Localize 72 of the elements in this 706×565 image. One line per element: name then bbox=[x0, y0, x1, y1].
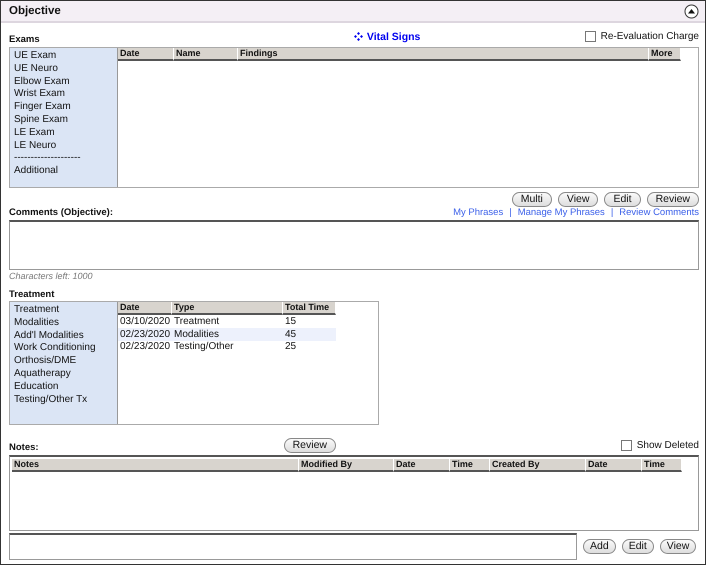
comments-field[interactable] bbox=[9, 220, 699, 270]
list-item[interactable]: LE Neuro bbox=[10, 140, 117, 152]
list-item[interactable]: UE Neuro bbox=[10, 62, 117, 76]
column-header[interactable]: Time bbox=[642, 459, 682, 472]
section-label: Exams bbox=[9, 34, 40, 45]
column-header[interactable]: Time bbox=[450, 459, 490, 472]
table-row[interactable]: 02/23/2020 Modalities 45 bbox=[118, 328, 336, 341]
table-cell-text: Testing/Other bbox=[173, 341, 234, 352]
list-item[interactable]: Testing/Other Tx bbox=[10, 394, 117, 406]
action-button[interactable]: Edit bbox=[604, 192, 641, 207]
table-row[interactable]: 02/23/2020 Testing/Other 25 bbox=[118, 340, 336, 354]
note-button[interactable]: Edit bbox=[622, 539, 654, 554]
column-header[interactable]: Date bbox=[394, 459, 450, 472]
checkbox-label: Re-Evaluation Charge bbox=[600, 31, 699, 42]
list-item[interactable]: Modalities bbox=[10, 316, 117, 330]
table-cell-text: 03/10/2020 bbox=[119, 316, 172, 327]
phrase-link[interactable]: Manage My Phrases bbox=[518, 207, 605, 218]
list-item[interactable]: Add'l Modalities bbox=[10, 330, 117, 342]
table-row[interactable]: 03/10/2020 Treatment 15 bbox=[118, 315, 336, 328]
phrase-link[interactable]: Review Comments bbox=[619, 207, 699, 218]
notes-label: Notes: bbox=[9, 442, 39, 453]
vital-signs-link[interactable]: Vital Signs bbox=[366, 30, 420, 42]
column-header[interactable]: Date bbox=[118, 302, 172, 315]
list-item[interactable]: Orthosis/DME bbox=[10, 355, 117, 368]
list-item[interactable]: Wrist Exam bbox=[10, 88, 117, 102]
list-item[interactable]: Work Conditioning bbox=[10, 342, 117, 356]
column-header[interactable]: Modified By bbox=[299, 459, 394, 472]
note-input[interactable] bbox=[9, 533, 577, 560]
column-header[interactable]: Date bbox=[118, 48, 174, 61]
list-item[interactable]: UE Exam bbox=[10, 50, 117, 63]
column-header[interactable]: Created By bbox=[490, 459, 586, 472]
table-cell-text: 15 bbox=[284, 316, 298, 327]
table-cell-text: 45 bbox=[284, 328, 298, 340]
column-header[interactable]: Type bbox=[172, 302, 283, 315]
note-button[interactable]: Add bbox=[583, 539, 616, 554]
phrase-link[interactable]: My Phrases bbox=[453, 207, 504, 218]
checkbox[interactable] bbox=[584, 31, 596, 42]
list-item[interactable]: LE Exam bbox=[10, 126, 117, 140]
review-button[interactable]: Review bbox=[284, 438, 336, 453]
action-button[interactable]: Multi bbox=[512, 192, 552, 207]
characters-left: Characters left: 1000 bbox=[9, 271, 94, 281]
action-button[interactable]: View bbox=[558, 192, 598, 207]
action-button[interactable]: Review bbox=[646, 192, 699, 207]
list-item[interactable]: -------------------- bbox=[10, 152, 117, 166]
column-header[interactable]: Notes bbox=[12, 459, 299, 472]
comments-label: Comments (Objective): bbox=[9, 207, 113, 218]
diamonds-icon bbox=[354, 32, 363, 41]
table-cell-text: Modalities bbox=[173, 328, 220, 340]
column-header[interactable]: Total Time bbox=[283, 302, 336, 315]
list-item[interactable]: Finger Exam bbox=[10, 101, 117, 114]
table-cell-text: 25 bbox=[284, 341, 298, 352]
list-item[interactable]: Spine Exam bbox=[10, 114, 117, 127]
table-cell-text: 02/23/2020 bbox=[119, 341, 172, 352]
collapse-icon[interactable] bbox=[684, 4, 699, 18]
section-label: Treatment bbox=[9, 289, 56, 300]
column-header[interactable]: Date bbox=[586, 459, 642, 472]
checkbox-label: Show Deleted bbox=[636, 440, 699, 451]
list-item[interactable]: Treatment bbox=[10, 304, 117, 317]
list-item[interactable]: Additional bbox=[10, 165, 117, 178]
list-item[interactable]: Elbow Exam bbox=[10, 76, 117, 88]
table-cell-text: Treatment bbox=[173, 316, 220, 327]
column-header[interactable]: Findings bbox=[238, 48, 649, 61]
list-item[interactable]: Aquatherapy bbox=[10, 368, 117, 381]
link-separator: | bbox=[610, 207, 614, 218]
table-cell-text: 02/23/2020 bbox=[119, 328, 172, 340]
note-button[interactable]: View bbox=[660, 539, 696, 554]
panel-title: Objective bbox=[9, 5, 61, 17]
list-item[interactable]: Education bbox=[10, 380, 117, 394]
checkbox[interactable] bbox=[620, 440, 632, 451]
column-header[interactable]: More bbox=[649, 48, 681, 61]
column-header[interactable]: Name bbox=[174, 48, 238, 61]
link-separator: | bbox=[509, 207, 512, 218]
